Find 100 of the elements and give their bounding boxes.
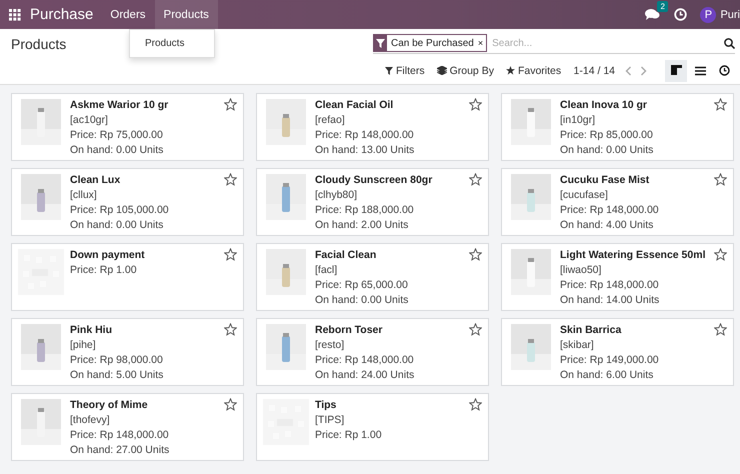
- on-hand-quantity: On hand: 0.00 Units: [560, 143, 654, 158]
- favorite-star-icon[interactable]: [224, 398, 237, 411]
- page-title: Products: [11, 36, 66, 52]
- chat-icon[interactable]: [645, 8, 660, 21]
- toolbar-button[interactable]: Favorites: [500, 64, 568, 76]
- product-code: [pihe]: [70, 338, 96, 353]
- favorite-star-icon[interactable]: [714, 248, 727, 261]
- dropdown-item[interactable]: Products: [130, 34, 200, 53]
- layers-icon: [436, 66, 447, 75]
- on-hand-quantity: On hand: 24.00 Units: [315, 368, 414, 383]
- product-card[interactable]: Light Watering Essence 50ml [liwao50] Price: Rp 148,000.00 On hand: 14.00 Units: [501, 243, 734, 311]
- favorite-star-icon[interactable]: [469, 98, 482, 111]
- product-name: Pink Hiu: [70, 323, 112, 338]
- product-code: [facl]: [315, 263, 338, 278]
- search-field[interactable]: Can be Purchased × Search...: [373, 33, 735, 54]
- product-code: [TIPS]: [315, 413, 344, 428]
- filter-icon: [385, 66, 393, 74]
- product-code: [cucufase]: [560, 188, 608, 203]
- product-code: [thofevy]: [70, 413, 110, 428]
- favorite-star-icon[interactable]: [469, 248, 482, 261]
- favorite-star-icon[interactable]: [224, 248, 237, 261]
- product-code: [refao]: [315, 113, 345, 128]
- filter-facet[interactable]: Can be Purchased ×: [373, 34, 488, 52]
- clock-icon[interactable]: [674, 8, 688, 21]
- product-price: Price: Rp 148,000.00: [70, 428, 169, 443]
- product-card[interactable]: Reborn Toser [resto] Price: Rp 148,000.00 On hand: 24.00 Units: [256, 318, 489, 386]
- clock-icon: [718, 65, 730, 76]
- on-hand-quantity: On hand: 27.00 Units: [70, 443, 170, 458]
- product-price: Price: Rp 149,000.00: [560, 353, 659, 368]
- user-name[interactable]: Puri: [720, 8, 740, 20]
- product-name: Clean Facial Oil: [315, 98, 394, 113]
- product-name: Theory of Mime: [70, 398, 148, 413]
- product-card[interactable]: Clean Lux [cllux] Price: Rp 105,000.00 On hand: 0.00 Units: [11, 168, 244, 236]
- product-price: Price: Rp 148,000.00: [560, 203, 659, 218]
- product-name: Facial Clean: [315, 248, 376, 263]
- product-card[interactable]: Cucuku Fase Mist [cucufase] Price: Rp 148,000.00 On hand: 4.00 Units: [501, 168, 734, 236]
- product-code: [in10gr]: [560, 113, 596, 128]
- favorite-star-icon[interactable]: [469, 398, 482, 411]
- product-code: [ac10gr]: [70, 113, 108, 128]
- product-card[interactable]: Skin Barrica [skibar] Price: Rp 149,000.00 On hand: 6.00 Units: [501, 318, 734, 386]
- on-hand-quantity: On hand: 13.00 Units: [315, 143, 414, 158]
- app-name[interactable]: Purchase: [30, 6, 94, 23]
- product-name: Askme Warior 10 gr: [70, 98, 168, 113]
- kanban-icon: [670, 65, 682, 76]
- product-card[interactable]: Tips [TIPS] Price: Rp 1.00: [256, 393, 489, 461]
- filter-icon: [376, 38, 385, 48]
- product-name: Tips: [315, 398, 336, 413]
- toolbar-button[interactable]: Filters: [379, 64, 431, 76]
- product-code: [resto]: [315, 338, 344, 353]
- product-card[interactable]: Clean Facial Oil [refao] Price: Rp 148,000.00 On hand: 13.00 Units: [256, 93, 489, 161]
- favorite-star-icon[interactable]: [224, 98, 237, 111]
- product-price: Price: Rp 98,000.00: [70, 353, 163, 368]
- search-icon[interactable]: [724, 38, 735, 48]
- kanban-view-button[interactable]: [665, 60, 687, 82]
- product-price: Price: Rp 148,000.00: [315, 128, 414, 143]
- product-price: Price: Rp 65,000.00: [315, 278, 408, 293]
- product-price: Price: Rp 75,000.00: [70, 128, 163, 143]
- product-price: Price: Rp 1.00: [70, 263, 137, 278]
- on-hand-quantity: On hand: 0.00 Units: [70, 143, 164, 158]
- user-avatar[interactable]: P: [700, 6, 716, 22]
- product-name: Cucuku Fase Mist: [560, 173, 650, 188]
- product-price: Price: Rp 105,000.00: [70, 203, 169, 218]
- favorite-star-icon[interactable]: [469, 323, 482, 336]
- favorite-star-icon[interactable]: [224, 173, 237, 186]
- product-name: Skin Barrica: [560, 323, 622, 338]
- product-price: Price: Rp 85,000.00: [560, 128, 653, 143]
- product-name: Light Watering Essence 50ml: [560, 248, 706, 263]
- product-card[interactable]: Clean Inova 10 gr [in10gr] Price: Rp 85,000.00 On hand: 0.00 Units: [501, 93, 734, 161]
- favorite-star-icon[interactable]: [714, 173, 727, 186]
- apps-menu-icon[interactable]: [9, 8, 21, 20]
- pager-value[interactable]: 1-14 / 14: [574, 64, 615, 76]
- product-price: Price: Rp 148,000.00: [315, 353, 414, 368]
- product-card[interactable]: Facial Clean [facl] Price: Rp 65,000.00 On hand: 0.00 Units: [256, 243, 489, 311]
- product-card[interactable]: Pink Hiu [pihe] Price: Rp 98,000.00 On hand: 5.00 Units: [11, 318, 244, 386]
- star-icon: [506, 66, 515, 75]
- favorite-star-icon[interactable]: [469, 173, 482, 186]
- message-count-badge: 2: [657, 1, 668, 12]
- product-price: Price: Rp 1.00: [315, 428, 382, 443]
- product-card[interactable]: Askme Warior 10 gr [ac10gr] Price: Rp 75,000.00 On hand: 0.00 Units: [11, 93, 244, 161]
- facet-label: Can be Purchased: [390, 38, 475, 48]
- product-card[interactable]: Theory of Mime [thofevy] Price: Rp 148,000.00 On hand: 27.00 Units: [11, 393, 244, 461]
- product-name: Down payment: [70, 248, 145, 263]
- favorite-star-icon[interactable]: [714, 98, 727, 111]
- product-name: Cloudy Sunscreen 80gr: [315, 173, 432, 188]
- favorite-star-icon[interactable]: [224, 323, 237, 336]
- toolbar-button[interactable]: Group By: [430, 64, 500, 76]
- product-name: Reborn Toser: [315, 323, 382, 338]
- product-code: [liwao50]: [560, 263, 602, 278]
- product-card[interactable]: Down payment Price: Rp 1.00: [11, 243, 244, 311]
- product-price: Price: Rp 148,000.00: [560, 278, 659, 293]
- nav-menu-item[interactable]: Products: [154, 0, 218, 29]
- on-hand-quantity: On hand: 2.00 Units: [315, 218, 408, 233]
- remove-facet-button[interactable]: ×: [478, 38, 486, 48]
- product-card[interactable]: Cloudy Sunscreen 80gr [clhyb80] Price: Rp 188,000.00 On hand: 2.00 Units: [256, 168, 489, 236]
- on-hand-quantity: On hand: 5.00 Units: [70, 368, 164, 383]
- product-price: Price: Rp 188,000.00: [315, 203, 414, 218]
- product-code: [skibar]: [560, 338, 594, 353]
- nav-menu-item[interactable]: Orders: [101, 0, 155, 29]
- on-hand-quantity: On hand: 6.00 Units: [560, 368, 654, 383]
- favorite-star-icon[interactable]: [714, 323, 727, 336]
